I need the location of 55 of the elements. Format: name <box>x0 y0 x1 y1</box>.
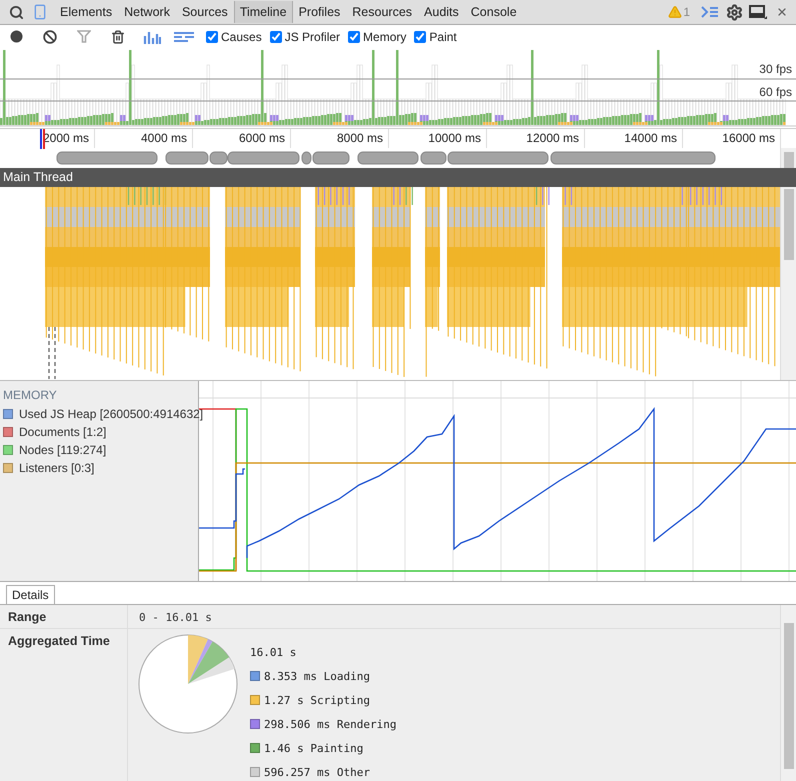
aggregated-time-label: Aggregated Time <box>0 629 128 781</box>
scrollbar[interactable] <box>780 187 796 380</box>
task-block[interactable] <box>45 187 210 376</box>
legend-label: 8.353 ms Loading <box>264 670 370 682</box>
panel-tab[interactable]: Network <box>118 1 176 23</box>
panel-tab[interactable]: Audits <box>418 1 465 23</box>
total-time: 16.01 s <box>250 646 296 658</box>
task-block[interactable] <box>425 187 440 377</box>
checkbox[interactable] <box>348 30 360 42</box>
checkbox[interactable] <box>414 30 426 42</box>
panel-tab[interactable]: Timeline <box>234 1 293 23</box>
warning-icon <box>668 5 682 19</box>
task-block[interactable] <box>315 187 355 370</box>
ruler-tick-label: 4000 ms <box>95 129 193 148</box>
legend-label: Listeners [0:3] <box>19 461 94 475</box>
legend-label: 1.46 s Painting <box>264 742 364 754</box>
panel-tab[interactable]: Sources <box>176 1 234 23</box>
main-thread-header: Main Thread <box>0 168 796 187</box>
legend-label: 298.506 ms Rendering <box>264 718 396 730</box>
scrollbar[interactable] <box>780 148 796 168</box>
settings-icon[interactable] <box>724 2 744 22</box>
ruler-tick-label: 10000 ms <box>389 129 487 148</box>
legend-label: Used JS Heap [2600500:4914632] <box>19 407 204 421</box>
panel-tab[interactable]: Console <box>464 1 523 23</box>
range-value: 0 - 16.01 s <box>128 605 780 629</box>
checkbox-label: Causes <box>221 30 262 44</box>
scrollbar[interactable] <box>780 605 796 781</box>
ruler-tick-label: 8000 ms <box>291 129 389 148</box>
time-marker-icon <box>40 129 46 149</box>
legend-label: Nodes [119:274] <box>19 443 106 457</box>
ruler-tick-label: 12000 ms <box>487 129 585 148</box>
fps-label: 60 fps <box>759 85 792 99</box>
panel-tab[interactable]: Elements <box>54 1 118 23</box>
checkbox-label: JS Profiler <box>284 30 340 44</box>
legend-label: 1.27 s Scripting <box>264 694 370 706</box>
ruler-tick-label: 14000 ms <box>585 129 683 148</box>
panel-tab[interactable]: Profiles <box>292 1 346 23</box>
legend-label: 596.257 ms Other <box>264 766 370 778</box>
legend-label: Documents [1:2] <box>19 425 106 439</box>
ruler-tick-label: 16000 ms <box>683 129 781 148</box>
task-block[interactable] <box>562 187 780 376</box>
checkbox-label: Paint <box>429 30 457 44</box>
dock-icon[interactable] <box>748 2 768 22</box>
details-tab[interactable]: Details <box>6 585 55 604</box>
checkbox[interactable] <box>206 30 218 42</box>
fps-label: 30 fps <box>759 62 792 76</box>
panel-tab[interactable]: Resources <box>346 1 418 23</box>
task-block[interactable] <box>372 187 413 377</box>
memory-title: MEMORY <box>3 388 58 402</box>
range-label: Range <box>0 605 128 629</box>
checkbox-label: Memory <box>363 30 406 44</box>
ruler-tick-label: 6000 ms <box>193 129 291 148</box>
checkbox[interactable] <box>270 30 282 42</box>
task-block[interactable] <box>447 187 550 368</box>
task-block[interactable] <box>225 187 301 372</box>
